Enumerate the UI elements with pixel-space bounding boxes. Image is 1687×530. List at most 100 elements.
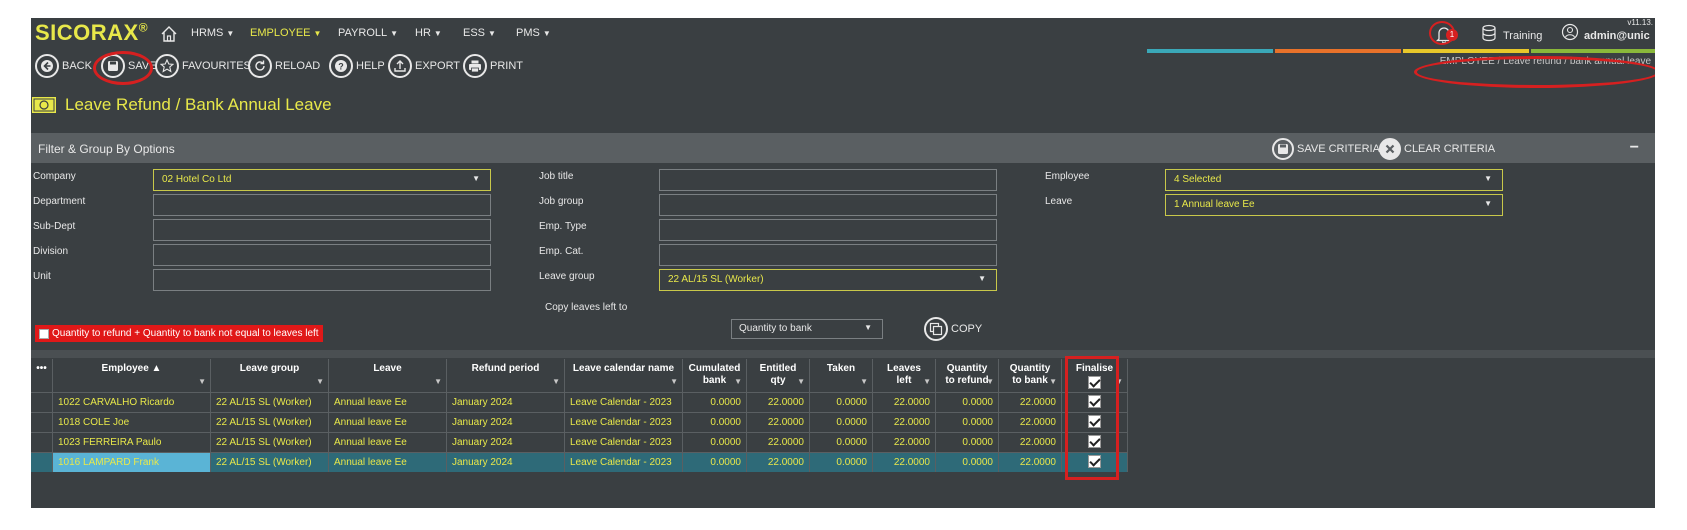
filter-icon[interactable]: ▼ — [552, 376, 560, 388]
cell-employee[interactable]: 1018 COLE Joe — [53, 412, 211, 432]
nav-ess[interactable]: ESS ▼ — [463, 27, 496, 39]
cell-cumulated-bank[interactable]: 0.0000 — [683, 412, 747, 432]
table-row[interactable]: 1023 FERREIRA Paulo 22 AL/15 SL (Worker) A… — [31, 432, 1128, 452]
cell-taken[interactable]: 0.0000 — [810, 452, 873, 472]
cell-employee[interactable]: 1016 LAMPARD Frank — [53, 452, 211, 472]
filter-icon[interactable]: ▼ — [797, 376, 805, 388]
cell-leaves-left[interactable]: 22.0000 — [873, 412, 936, 432]
cell-refund-period[interactable]: January 2024 — [447, 452, 565, 472]
favourites-button[interactable]: FAVOURITES — [155, 52, 251, 80]
job-group-field[interactable] — [659, 194, 997, 216]
cell-employee[interactable]: 1022 CARVALHO Ricardo — [53, 392, 211, 412]
cell-leave[interactable]: Annual leave Ee — [329, 412, 447, 432]
cell-entitled-qty[interactable]: 22.0000 — [747, 452, 810, 472]
cell-leave-group[interactable]: 22 AL/15 SL (Worker) — [211, 452, 329, 472]
filter-icon[interactable]: ▼ — [986, 376, 994, 388]
cell-quantity-to-bank[interactable]: 22.0000 — [999, 432, 1062, 452]
cell-leave-group[interactable]: 22 AL/15 SL (Worker) — [211, 412, 329, 432]
user-name[interactable]: admin@unic — [1584, 30, 1650, 42]
print-button[interactable]: PRINT — [463, 52, 523, 80]
cell-refund-period[interactable]: January 2024 — [447, 412, 565, 432]
mismatch-warning[interactable]: Quantity to refund + Quantity to bank no… — [35, 325, 323, 342]
column-header-quantity-to-bank[interactable]: Quantity to bank ▼ — [999, 359, 1062, 392]
table-row[interactable]: 1018 COLE Joe 22 AL/15 SL (Worker) Annual … — [31, 412, 1128, 432]
filter-icon[interactable]: ▼ — [1049, 376, 1057, 388]
leave-select[interactable]: 1 Annual leave Ee ▼ — [1165, 194, 1503, 216]
column-header-entitled-qty[interactable]: Entitled qty ▼ — [747, 359, 810, 392]
emp-cat-field[interactable] — [659, 244, 997, 266]
home-icon[interactable] — [159, 24, 179, 44]
reload-button[interactable]: RELOAD — [248, 52, 320, 80]
sub-dept-field[interactable] — [153, 219, 491, 241]
column-header-leaves-left[interactable]: Leaves left ▼ — [873, 359, 936, 392]
cell-refund-period[interactable]: January 2024 — [447, 432, 565, 452]
nav-payroll[interactable]: PAYROLL ▼ — [338, 27, 398, 39]
department-field[interactable] — [153, 194, 491, 216]
nav-pms[interactable]: PMS ▼ — [516, 27, 551, 39]
filter-icon[interactable]: ▼ — [434, 376, 442, 388]
cell-refund-period[interactable]: January 2024 — [447, 392, 565, 412]
column-header-quantity-to-refund[interactable]: Quantity to refund ▼ — [936, 359, 999, 392]
column-header-cumulated-bank[interactable]: Cumulated bank ▼ — [683, 359, 747, 392]
emp-type-field[interactable] — [659, 219, 997, 241]
filter-icon[interactable]: ▼ — [198, 376, 206, 388]
cell-leaves-left[interactable]: 22.0000 — [873, 432, 936, 452]
column-header-employee[interactable]: Employee ▲ ▼ — [53, 359, 211, 392]
warning-checkbox[interactable] — [39, 328, 49, 339]
column-header-leave-group[interactable]: Leave group ▼ — [211, 359, 329, 392]
division-field[interactable] — [153, 244, 491, 266]
user-icon[interactable] — [1561, 23, 1579, 41]
cell-leaves-left[interactable]: 22.0000 — [873, 392, 936, 412]
app-logo[interactable]: SICORAX® — [35, 20, 148, 46]
filter-icon[interactable]: ▼ — [670, 376, 678, 388]
cell-taken[interactable]: 0.0000 — [810, 392, 873, 412]
cell-leave-group[interactable]: 22 AL/15 SL (Worker) — [211, 392, 329, 412]
cell-employee[interactable]: 1023 FERREIRA Paulo — [53, 432, 211, 452]
filter-icon[interactable]: ▼ — [734, 376, 742, 388]
cell-leave-calendar-name[interactable]: Leave Calendar - 2023 — [565, 452, 683, 472]
collapse-filter-button[interactable]: − — [1630, 139, 1639, 157]
employee-select[interactable]: 4 Selected ▼ — [1165, 169, 1503, 191]
copy-button[interactable]: COPY — [924, 317, 982, 341]
nav-hr[interactable]: HR ▼ — [415, 27, 442, 39]
row-selector[interactable] — [31, 452, 53, 472]
cell-entitled-qty[interactable]: 22.0000 — [747, 432, 810, 452]
cell-leave[interactable]: Annual leave Ee — [329, 392, 447, 412]
nav-hrms[interactable]: HRMS ▼ — [191, 27, 234, 39]
back-button[interactable]: BACK — [35, 52, 92, 80]
column-header-leave[interactable]: Leave ▼ — [329, 359, 447, 392]
column-header-refund-period[interactable]: Refund period ▼ — [447, 359, 565, 392]
clear-criteria-button[interactable]: CLEAR CRITERIA — [1379, 138, 1495, 160]
cell-taken[interactable]: 0.0000 — [810, 432, 873, 452]
filter-icon[interactable]: ▼ — [923, 376, 931, 388]
cell-taken[interactable]: 0.0000 — [810, 412, 873, 432]
database-icon[interactable] — [1481, 24, 1497, 42]
column-header-taken[interactable]: Taken ▼ — [810, 359, 873, 392]
export-button[interactable]: EXPORT — [388, 52, 460, 80]
cell-leave-calendar-name[interactable]: Leave Calendar - 2023 — [565, 432, 683, 452]
row-selector[interactable] — [31, 412, 53, 432]
unit-field[interactable] — [153, 269, 491, 291]
cell-quantity-to-refund[interactable]: 0.0000 — [936, 412, 999, 432]
cell-leave[interactable]: Annual leave Ee — [329, 452, 447, 472]
cell-leave[interactable]: Annual leave Ee — [329, 432, 447, 452]
cell-quantity-to-refund[interactable]: 0.0000 — [936, 452, 999, 472]
copy-target-select[interactable]: Quantity to bank ▼ — [731, 319, 883, 339]
cell-quantity-to-refund[interactable]: 0.0000 — [936, 392, 999, 412]
cell-quantity-to-bank[interactable]: 22.0000 — [999, 392, 1062, 412]
cell-leave-calendar-name[interactable]: Leave Calendar - 2023 — [565, 412, 683, 432]
leave-group-select[interactable]: 22 AL/15 SL (Worker) ▼ — [659, 269, 997, 291]
table-row[interactable]: 1016 LAMPARD Frank 22 AL/15 SL (Worker) An… — [31, 452, 1128, 472]
nav-employee[interactable]: EMPLOYEE ▼ — [250, 27, 321, 39]
table-row[interactable]: 1022 CARVALHO Ricardo 22 AL/15 SL (Worker… — [31, 392, 1128, 412]
cell-cumulated-bank[interactable]: 0.0000 — [683, 452, 747, 472]
cell-entitled-qty[interactable]: 22.0000 — [747, 412, 810, 432]
cell-quantity-to-bank[interactable]: 22.0000 — [999, 412, 1062, 432]
filter-icon[interactable]: ▼ — [860, 376, 868, 388]
column-header-leave-calendar-name[interactable]: Leave calendar name ▼ — [565, 359, 683, 392]
cell-cumulated-bank[interactable]: 0.0000 — [683, 392, 747, 412]
cell-quantity-to-bank[interactable]: 22.0000 — [999, 452, 1062, 472]
row-selector[interactable] — [31, 392, 53, 412]
cell-leaves-left[interactable]: 22.0000 — [873, 452, 936, 472]
help-button[interactable]: ? HELP — [329, 52, 385, 80]
